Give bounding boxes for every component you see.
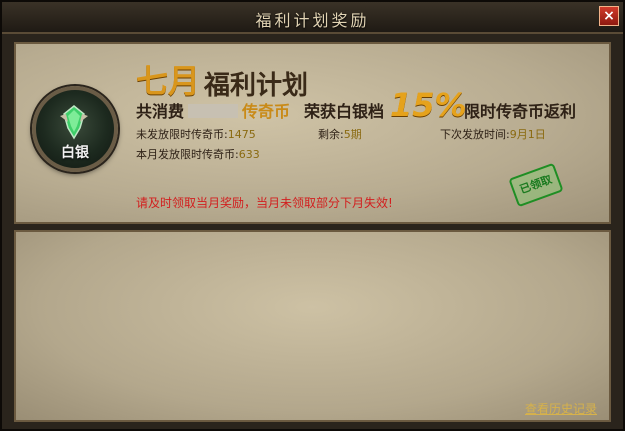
unissued-stat: 未发放限时传奇币:1475 (136, 126, 256, 142)
content-panel (14, 230, 611, 422)
next-issue-value: 9月1日 (509, 128, 546, 141)
close-icon: × (603, 8, 615, 24)
spent-currency: 传奇币 (242, 102, 291, 121)
tier-text: 荣获白银档 (304, 102, 385, 121)
spent-prefix: 共消费 (136, 102, 185, 121)
unissued-label: 未发放限时传奇币: (136, 128, 228, 141)
unissued-value: 1475 (227, 128, 256, 141)
rebate-text: 限时传奇币返利 (464, 102, 577, 121)
remaining-stat: 剩余:5期 (318, 126, 362, 142)
remaining-value: 5期 (343, 128, 362, 141)
title-bar[interactable]: 福利计划奖励 × (2, 2, 623, 34)
plan-month: 七月 (136, 62, 201, 100)
view-history-link[interactable]: 查看历史记录 (525, 400, 597, 417)
remaining-label: 剩余: (318, 128, 344, 141)
issued-stat: 本月发放限时传奇币:633 (136, 146, 260, 162)
issued-label: 本月发放限时传奇币: (136, 148, 239, 161)
next-issue-stat: 下次发放时间:9月1日 (440, 126, 546, 142)
plan-name: 福利计划 (204, 71, 309, 101)
expiry-notice: 请及时领取当月奖励，当月未领取部分下月失效! (136, 196, 393, 210)
window-title: 福利计划奖励 (255, 11, 370, 30)
close-button[interactable]: × (599, 6, 619, 26)
spend-summary: 共消费 传奇币 (136, 98, 290, 122)
badge-label: 白银 (61, 145, 89, 161)
reward-window: 福利计划奖励 × 白银 七月 福利计划 共消费 传奇币 荣获白银档 15% 限时传奇… (0, 0, 625, 431)
rebate-percent: 15% (390, 86, 467, 124)
green-crest-icon (60, 105, 88, 140)
issued-value: 633 (238, 148, 260, 161)
blurred-amount (188, 104, 239, 118)
next-issue-label: 下次发放时间: (440, 128, 510, 141)
plan-heading: 七月 福利计划 (136, 56, 308, 102)
silver-tier-badge: 白银 (32, 86, 118, 172)
